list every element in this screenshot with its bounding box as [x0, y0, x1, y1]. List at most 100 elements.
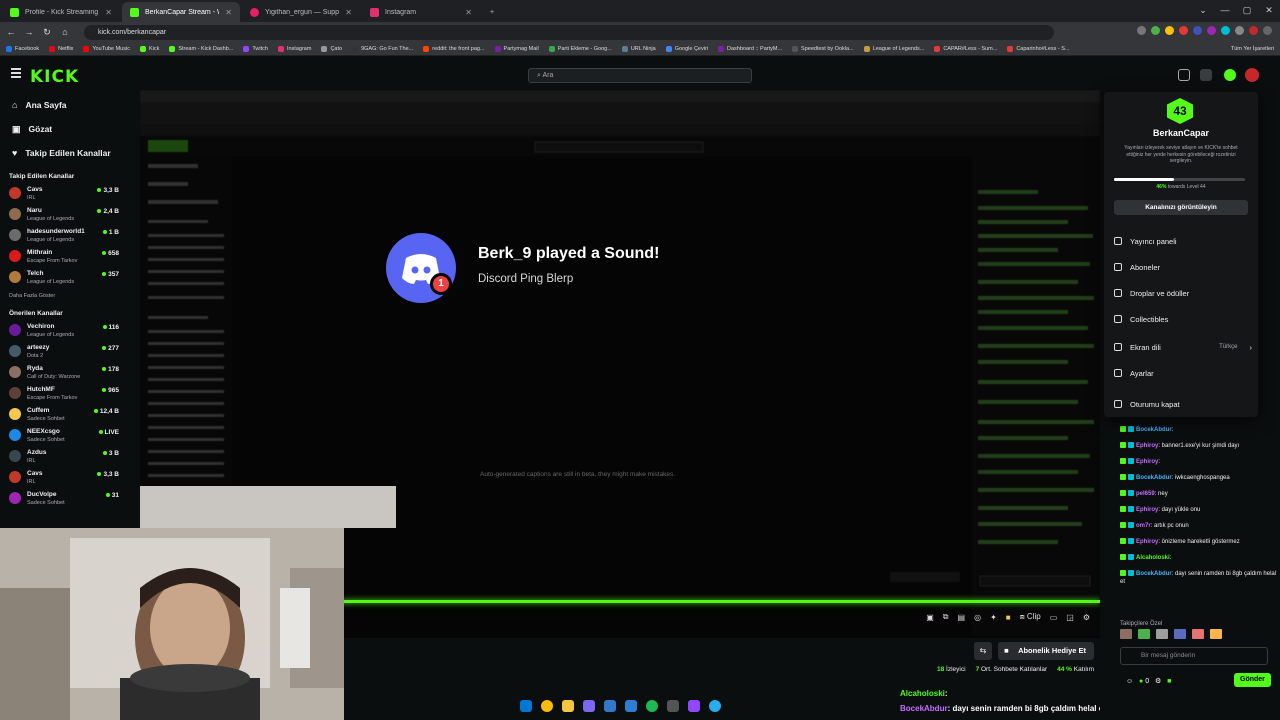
forward-icon[interactable]: → [24, 27, 34, 37]
bookmark-item[interactable]: Google Çeviri [665, 45, 708, 52]
gear-icon[interactable]: ⚙ [1083, 613, 1090, 622]
bookmark-item[interactable]: Dashboard :: PartyM... [718, 45, 782, 52]
channel-item[interactable]: Telch League of Legends 357 [0, 267, 128, 288]
bookmark-item[interactable]: 9GAG: Go Fun The... [352, 45, 413, 52]
menu-item[interactable]: Aboneler [1112, 256, 1252, 278]
channel-item[interactable]: Mithrain Escape From Tarkov 658 [0, 246, 128, 267]
stats-icon[interactable]: ▤ [958, 613, 966, 622]
bookmark-item[interactable]: Facebook [6, 45, 39, 52]
browser-tab-active[interactable]: BerkanCapar Stream - Watch L ✕ [122, 2, 240, 22]
app-icon[interactable] [667, 700, 679, 712]
minimize-icon[interactable]: — [1214, 0, 1236, 20]
coin-icon[interactable]: ● [1139, 678, 1143, 685]
app-icon[interactable] [604, 700, 616, 712]
user-avatar[interactable] [1245, 68, 1259, 82]
bookmark-item[interactable]: Instagram [277, 45, 311, 52]
emote-icon[interactable] [1120, 629, 1132, 639]
emote-icon[interactable] [1210, 629, 1222, 639]
emote-icon[interactable] [1174, 629, 1186, 639]
channel-item[interactable]: HutchMF Escape From Tarkov 965 [0, 383, 128, 404]
chat-username[interactable]: BocekAbdur [1136, 475, 1172, 481]
chat-username[interactable]: Ephiroy [1136, 507, 1158, 513]
menu-item[interactable]: Collectibles [1112, 308, 1252, 330]
channel-item[interactable]: Vechiron League of Legends 116 [0, 320, 128, 341]
channel-item[interactable]: Ryda Call of Duty: Warzone 178 [0, 362, 128, 383]
gift-subscription-button[interactable]: ■ Abonelik Hediye Et [998, 642, 1094, 660]
chrome-icon[interactable] [541, 700, 553, 712]
star-icon[interactable] [1137, 26, 1146, 35]
bookmark-item[interactable]: YouTube Music [83, 45, 130, 52]
bookmark-item[interactable]: Speedtest by Ookla... [792, 45, 854, 52]
bookmark-item[interactable]: Çato [321, 45, 342, 52]
bookmark-item[interactable]: Partymag Mail [494, 45, 539, 52]
video-progress-bar[interactable] [340, 600, 1100, 603]
send-button[interactable]: Gönder [1234, 673, 1271, 687]
menu-item[interactable]: Ayarlar [1112, 362, 1252, 384]
chat-username[interactable]: Ephiroy [1136, 459, 1158, 465]
home-icon[interactable]: ⌂ [60, 27, 70, 37]
chat-username[interactable]: om7r [1136, 523, 1151, 529]
kick-badge-icon[interactable]: ■ [1167, 678, 1171, 685]
close-tab-icon[interactable]: ✕ [465, 8, 472, 17]
bookmark-item[interactable]: CAPAR#Less - Sum... [934, 45, 997, 52]
theater-mode-icon[interactable] [1178, 69, 1190, 81]
chat-username[interactable]: pel659 [1136, 491, 1155, 497]
channel-item[interactable]: Azdus IRL 3 B [0, 446, 128, 467]
channel-item[interactable]: NEEXcsgo Sadece Sohbet LIVE [0, 425, 128, 446]
app-icon[interactable] [625, 700, 637, 712]
url-field[interactable]: kick.com/berkancapar [84, 24, 1054, 40]
settings-icon[interactable]: ⚙ [1155, 678, 1161, 685]
maximize-icon[interactable]: ▢ [1236, 0, 1258, 20]
channel-item[interactable]: arteezy Dota 2 277 [0, 341, 128, 362]
chat-username[interactable]: BocekAbdur [1136, 571, 1172, 577]
gift-icon[interactable]: ■ [1006, 613, 1011, 622]
extension-icon[interactable] [1221, 26, 1230, 35]
chat-username[interactable]: Alcaholoski [1136, 555, 1170, 561]
new-tab-button[interactable]: + [482, 2, 502, 22]
swap-icon[interactable]: ⇆ [974, 642, 992, 660]
bookmark-item[interactable]: Twitch [243, 45, 268, 52]
extension-icon[interactable] [1165, 26, 1174, 35]
bookmark-item[interactable]: Netflix [49, 45, 73, 52]
extension-icon[interactable] [1179, 26, 1188, 35]
nav-item[interactable]: ▣ Gözat [0, 117, 128, 141]
pip-icon[interactable]: ◲ [1066, 613, 1074, 622]
camera-icon[interactable]: ▣ [926, 613, 934, 622]
browser-tab[interactable]: Instagram ✕ [362, 2, 480, 22]
menu-item[interactable]: Ekran dili Türkçe › [1112, 336, 1252, 358]
menu-item[interactable]: Oturumu kapat [1112, 393, 1252, 415]
spotify-icon[interactable] [646, 700, 658, 712]
nav-item[interactable]: ⌂ Ana Sayfa [0, 93, 128, 117]
app-icon[interactable] [688, 700, 700, 712]
chevron-down-icon[interactable]: ⌄ [1192, 0, 1214, 20]
app-icon[interactable] [583, 700, 595, 712]
back-icon[interactable]: ← [6, 27, 16, 37]
emote-icon[interactable] [1138, 629, 1150, 639]
channel-item[interactable]: hadesunderworld1 League of Legends 1 B [0, 225, 128, 246]
puzzle-icon[interactable] [1235, 26, 1244, 35]
chat-username[interactable]: Ephiroy [1136, 443, 1158, 449]
all-bookmarks-folder[interactable]: Tüm Yer İşaretleri [1231, 46, 1274, 52]
kick-logo[interactable]: KICK [30, 67, 79, 87]
captions-icon[interactable]: ▭ [1050, 613, 1058, 622]
bookmark-item[interactable]: Parti Ekleme - Goog... [548, 45, 612, 52]
menu-dots-icon[interactable] [1263, 26, 1272, 35]
bookmark-item[interactable]: League of Legends... [863, 45, 924, 52]
chat-username[interactable]: Ephiroy [1136, 539, 1158, 545]
channel-item[interactable]: Naru League of Legends 2,4 B [0, 204, 128, 225]
clip-button[interactable]: ⧈ Clip [1020, 612, 1041, 622]
hamburger-menu-icon[interactable] [11, 68, 21, 80]
bookmark-item[interactable]: Caparinho#Less - S... [1007, 45, 1070, 52]
emote-icon[interactable] [1192, 629, 1204, 639]
emote-picker-icon[interactable]: ☺ [1126, 678, 1133, 685]
channel-item[interactable]: Cavs IRL 3,3 B [0, 183, 128, 204]
bookmark-item[interactable]: Kick [139, 45, 159, 52]
show-more-link[interactable]: Daha Fazla Göster [0, 288, 128, 302]
settings-icon[interactable]: ◎ [974, 613, 981, 622]
chat-username[interactable]: BocekAbdur [1136, 427, 1172, 433]
windows-start-icon[interactable] [520, 700, 532, 712]
close-window-icon[interactable]: ✕ [1258, 0, 1280, 20]
bookmark-item[interactable]: URL Ninja [621, 45, 656, 52]
extension-icon[interactable] [1193, 26, 1202, 35]
chat-message-input[interactable]: Bir mesaj gönderin [1120, 647, 1268, 665]
